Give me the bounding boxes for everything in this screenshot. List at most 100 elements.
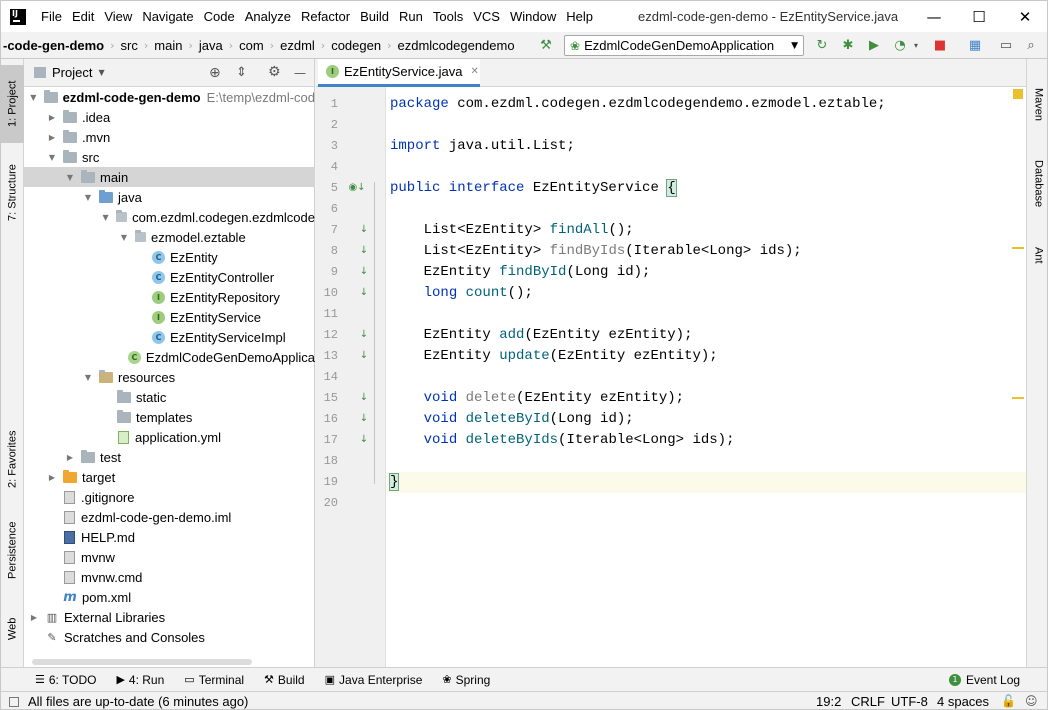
menu-run[interactable]: Run (394, 1, 428, 32)
debug-bug-icon[interactable]: ✱ (840, 38, 856, 54)
tab-web[interactable]: Web (1, 613, 24, 645)
code-line[interactable]: void delete(EzEntity ezEntity); (390, 388, 684, 409)
implemented-marker-icon[interactable]: ◉↓ (342, 180, 372, 196)
menu-window[interactable]: Window (505, 1, 561, 32)
tree-node[interactable]: C EzEntityServiceImpl (24, 327, 315, 347)
lock-icon[interactable]: 🔓 (1001, 692, 1016, 709)
tool-button-terminal[interactable]: ▭ Terminal (174, 673, 254, 687)
run-anything-icon[interactable]: ▭ (998, 38, 1014, 54)
breadcrumb-item[interactable]: java (195, 38, 227, 53)
tree-node[interactable]: ▼ ezdml-code-gen-demo E:\temp\ezdml-cod (24, 87, 315, 107)
menu-tools[interactable]: Tools (428, 1, 468, 32)
tree-node[interactable]: C EzEntity (24, 247, 315, 267)
breadcrumb-item[interactable]: ezdml (276, 38, 319, 53)
tree-node[interactable]: ▼ src (24, 147, 315, 167)
inspector-icon[interactable]: ☺ (1025, 692, 1038, 709)
close-icon[interactable]: ✕ (471, 66, 479, 77)
code-line[interactable]: } (387, 472, 1026, 493)
code-line[interactable]: long count(); (390, 283, 533, 304)
code-line[interactable]: void deleteById(Long id); (390, 409, 634, 430)
tree-node[interactable]: ▼ java (24, 187, 315, 207)
tab-database[interactable]: Database (1027, 157, 1047, 211)
code-line[interactable]: import java.util.List; (390, 136, 575, 157)
code-line[interactable]: public interface EzEntityService { (390, 178, 677, 199)
code-line[interactable]: EzEntity findById(Long id); (390, 262, 651, 283)
tree-node[interactable]: ▶ test (24, 447, 315, 467)
tool-button-4-run[interactable]: ▶ 4: Run (106, 673, 174, 687)
minimize-button[interactable]: — (911, 1, 957, 32)
menu-help[interactable]: Help (561, 1, 598, 32)
implemented-marker-icon[interactable]: ↓ (356, 222, 372, 238)
chevron-down-icon[interactable]: ▼ (82, 193, 94, 202)
menu-vcs[interactable]: VCS (468, 1, 505, 32)
menu-view[interactable]: View (99, 1, 137, 32)
search-icon[interactable]: ⌕ (1023, 38, 1039, 54)
tab-project[interactable]: 1: Project (1, 65, 24, 143)
collapse-all-icon[interactable]: ⇕ (236, 65, 247, 80)
tab-persistence[interactable]: Persistence (1, 515, 24, 585)
tree-node[interactable]: templates (24, 407, 315, 427)
chevron-right-icon[interactable]: ▶ (28, 613, 40, 622)
hide-panel-icon[interactable]: — (294, 66, 306, 80)
tree-node[interactable]: mvnw (24, 547, 315, 567)
tab-maven[interactable]: Maven (1027, 85, 1047, 125)
tree-node[interactable]: I EzEntityService (24, 307, 315, 327)
coverage-icon[interactable]: ▶ (866, 38, 882, 54)
tree-node[interactable]: ▼ com.ezdml.codegen.ezdmlcode (24, 207, 316, 227)
maximize-button[interactable]: ☐ (956, 1, 1002, 32)
implemented-marker-icon[interactable]: ↓ (356, 411, 372, 427)
tree-node[interactable]: mvnw.cmd (24, 567, 315, 587)
implemented-marker-icon[interactable]: ↓ (356, 285, 372, 301)
chevron-right-icon[interactable]: ▶ (46, 113, 58, 122)
tree-node[interactable]: ✎ Scratches and Consoles (24, 627, 315, 647)
chevron-right-icon[interactable]: ▶ (64, 453, 76, 462)
tool-button-java-enterprise[interactable]: ▣ Java Enterprise (315, 673, 433, 687)
chevron-down-icon[interactable]: ▼ (98, 68, 104, 77)
chevron-down-icon[interactable]: ▼ (100, 213, 111, 222)
tree-node[interactable]: C EzEntityController (24, 267, 315, 287)
file-encoding[interactable]: UTF-8 (891, 692, 928, 709)
chevron-down-icon[interactable]: ▼ (82, 373, 94, 382)
status-toggle-icon[interactable] (9, 696, 19, 707)
menu-build[interactable]: Build (355, 1, 394, 32)
tree-node[interactable]: ▶ .idea (24, 107, 315, 127)
code-line[interactable]: EzEntity update(EzEntity ezEntity); (390, 346, 718, 367)
stop-icon[interactable]: ■ (932, 38, 948, 54)
implemented-marker-icon[interactable]: ↓ (356, 264, 372, 280)
tree-node[interactable]: .gitignore (24, 487, 315, 507)
menu-analyze[interactable]: Analyze (240, 1, 296, 32)
menu-refactor[interactable]: Refactor (296, 1, 355, 32)
error-stripe-mark[interactable] (1012, 397, 1024, 399)
implemented-marker-icon[interactable]: ↓ (356, 327, 372, 343)
locate-file-icon[interactable]: ⊕ (209, 65, 221, 81)
tree-node[interactable]: ▼ resources (24, 367, 315, 387)
implemented-marker-icon[interactable]: ↓ (356, 432, 372, 448)
tree-node[interactable]: ▶ ▥ External Libraries (24, 607, 315, 627)
breadcrumb-item[interactable]: -code-gen-demo (1, 38, 108, 53)
line-separator[interactable]: CRLF (851, 692, 885, 709)
profile-icon[interactable]: ◔ (892, 38, 908, 54)
menu-file[interactable]: File (36, 1, 67, 32)
tool-button-build[interactable]: ⚒ Build (254, 673, 315, 687)
breadcrumb-item[interactable]: main (150, 38, 186, 53)
tree-node[interactable]: ▼ ezmodel.eztable (24, 227, 315, 247)
indent-setting[interactable]: 4 spaces (937, 692, 989, 709)
menu-code[interactable]: Code (199, 1, 240, 32)
code-line[interactable]: EzEntity add(EzEntity ezEntity); (390, 325, 693, 346)
code-line[interactable]: List<EzEntity> findAll(); (390, 220, 634, 241)
rerun-icon[interactable]: ↻ (814, 38, 830, 54)
breadcrumb-item[interactable]: src (117, 38, 142, 53)
implemented-marker-icon[interactable]: ↓ (356, 390, 372, 406)
project-structure-icon[interactable]: ▦ (967, 38, 983, 54)
chevron-right-icon[interactable]: ▶ (46, 473, 58, 482)
horizontal-scrollbar[interactable] (32, 659, 252, 665)
implemented-marker-icon[interactable]: ↓ (356, 348, 372, 364)
breadcrumb-item[interactable]: codegen (327, 38, 385, 53)
tool-button-spring[interactable]: ❀ Spring (432, 673, 500, 687)
chevron-down-icon[interactable]: ▼ (118, 233, 130, 242)
breadcrumb-item[interactable]: ezdmlcodegendemo (394, 38, 519, 53)
event-log-button[interactable]: 1 Event Log (939, 673, 1030, 687)
run-configuration-select[interactable]: ❀ EzdmlCodeGenDemoApplication ▼ (564, 35, 804, 56)
chevron-right-icon[interactable]: ▶ (46, 133, 58, 142)
code-line[interactable]: void deleteByIds(Iterable<Long> ids); (390, 430, 735, 451)
